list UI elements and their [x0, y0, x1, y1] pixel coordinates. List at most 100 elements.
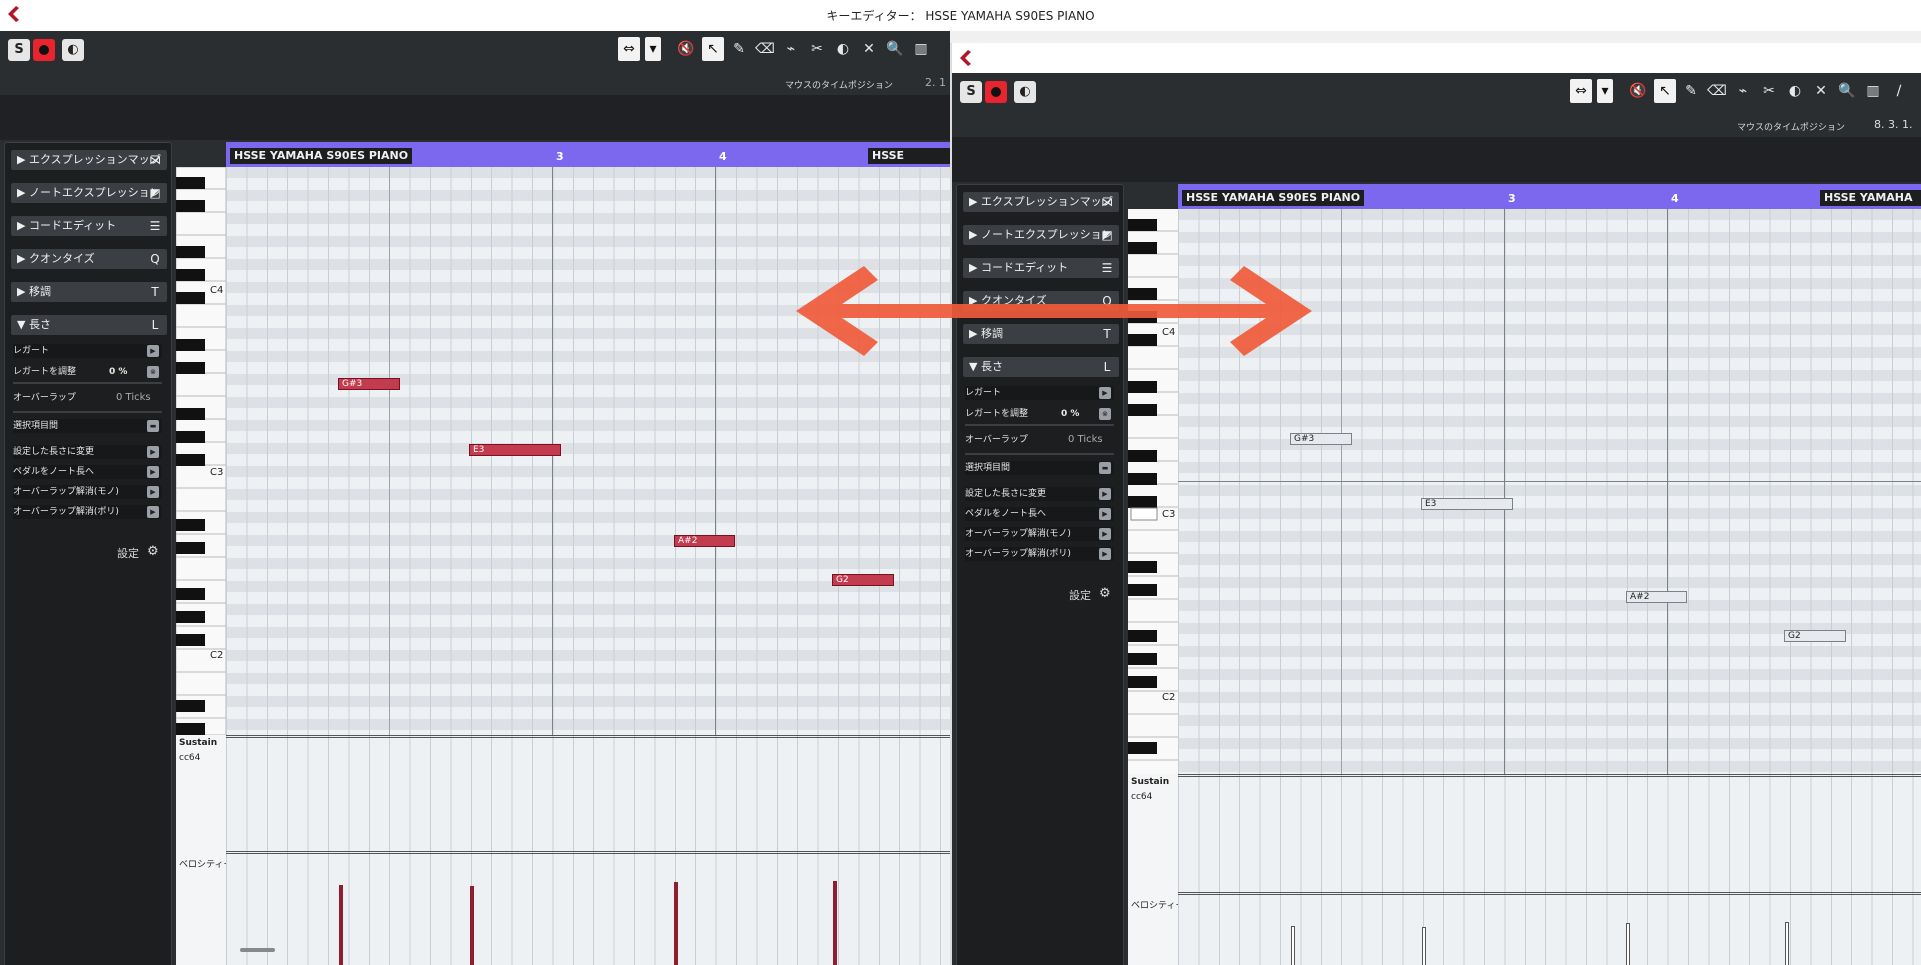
midi-note[interactable]: G2 — [1784, 630, 1846, 642]
between-selected-row[interactable]: 選択項目間 ▬ — [965, 461, 1114, 475]
object-select-tool[interactable]: ↖ — [702, 37, 724, 61]
mute-tool[interactable]: ✕ — [1810, 79, 1832, 103]
object-select-tool[interactable]: ↖ — [1654, 79, 1676, 103]
midi-note[interactable]: E3 — [469, 444, 561, 456]
solo-button[interactable]: S — [960, 81, 982, 103]
legato-adjust-value[interactable]: 0 % — [109, 365, 127, 379]
play-icon[interactable]: ▶ — [1099, 488, 1111, 500]
mute-tool[interactable]: ✕ — [858, 37, 880, 61]
section-transpose[interactable]: ▶ 移調 T — [11, 282, 167, 302]
midi-note[interactable]: G#3 — [1290, 433, 1352, 445]
line-tool[interactable]: ▥ — [910, 37, 932, 61]
legato-adjust-value[interactable]: 0 % — [1061, 407, 1079, 421]
velocity-lane[interactable] — [1178, 892, 1921, 965]
link-icon[interactable]: ⊗ — [147, 366, 159, 378]
play-icon[interactable]: ▶ — [147, 466, 159, 478]
mute-speaker-icon[interactable]: 🔇 — [1627, 79, 1649, 103]
section-length[interactable]: ▼ 長さ L — [963, 357, 1119, 377]
sustain-lane[interactable] — [1178, 774, 1921, 895]
overlap-poly-row[interactable]: オーバーラップ解消(ポリ) ▶ — [965, 547, 1114, 561]
section-note-expression[interactable]: ▶ ノートエクスプレッション ◩ — [963, 225, 1119, 245]
play-icon[interactable]: ▶ — [147, 446, 159, 458]
velocity-lane[interactable] — [226, 851, 950, 965]
between-selected-row[interactable]: 選択項目間 ▬ — [13, 419, 162, 433]
draw-line-tool[interactable]: ∕ — [1888, 79, 1910, 103]
legato-row[interactable]: レガート ▶ — [965, 386, 1114, 400]
section-chord-edit[interactable]: ▶ コードエディット ☰ — [11, 216, 167, 236]
overlap-value[interactable]: 0 Ticks — [116, 391, 151, 405]
velocity-bar[interactable] — [674, 882, 678, 965]
settings-label[interactable]: 設定 — [1069, 587, 1091, 603]
section-note-expression[interactable]: ▶ ノートエクスプレッション ◩ — [11, 183, 167, 203]
velocity-bar[interactable] — [833, 881, 837, 965]
record-button[interactable] — [33, 39, 55, 61]
play-icon[interactable]: ▶ — [1099, 387, 1111, 399]
toggle-icon[interactable]: ▬ — [1099, 462, 1111, 474]
play-icon[interactable]: ▶ — [1099, 548, 1111, 560]
midi-note[interactable]: A#2 — [674, 535, 735, 547]
trim-tool[interactable]: ⌁ — [1732, 79, 1754, 103]
overlap-slider[interactable] — [965, 453, 1114, 455]
overlap-mono-row[interactable]: オーバーラップ解消(モノ) ▶ — [13, 485, 162, 499]
legato-adjust-row[interactable]: レガートを調整 0 % ⊗ — [13, 365, 162, 379]
tool-dropdown[interactable]: ▾ — [1597, 79, 1613, 103]
velocity-bar[interactable] — [1626, 923, 1630, 965]
midi-note[interactable]: E3 — [1421, 498, 1513, 510]
loop-button[interactable]: ◐ — [1014, 81, 1036, 103]
velocity-bar[interactable] — [1785, 922, 1789, 965]
gear-icon[interactable]: ⚙ — [1099, 586, 1111, 601]
toggle-icon[interactable]: ▬ — [147, 420, 159, 432]
draw-tool[interactable]: ✎ — [728, 37, 750, 61]
tool-arrow-toggle[interactable]: ⇔ — [1570, 79, 1592, 103]
midi-note[interactable]: G2 — [832, 574, 894, 586]
section-expression-map[interactable]: ▶ エクスプレッションマップ ⋈ — [11, 150, 167, 170]
overlap-mono-row[interactable]: オーバーラップ解消(モノ) ▶ — [965, 527, 1114, 541]
zoom-tool[interactable]: 🔍 — [1836, 79, 1858, 103]
play-icon[interactable]: ▶ — [1099, 528, 1111, 540]
note-grid[interactable]: G#3 E3 A#2 G2 — [226, 167, 950, 735]
play-icon[interactable]: ▶ — [147, 486, 159, 498]
overlap-poly-row[interactable]: オーバーラップ解消(ポリ) ▶ — [13, 505, 162, 519]
velocity-bar[interactable] — [1422, 927, 1426, 965]
erase-tool[interactable]: ⌫ — [754, 37, 776, 61]
set-length-row[interactable]: 設定した長さに変更 ▶ — [13, 445, 162, 459]
midi-note[interactable]: A#2 — [1626, 591, 1687, 603]
tool-dropdown[interactable]: ▾ — [645, 37, 661, 61]
midi-note[interactable]: G#3 — [338, 378, 400, 390]
horizontal-scrollbar[interactable] — [240, 948, 275, 952]
pedal-to-length-row[interactable]: ペダルをノート長へ ▶ — [965, 507, 1114, 521]
overlap-row[interactable]: オーバーラップ 0 Ticks — [965, 433, 1114, 447]
pedal-to-length-row[interactable]: ペダルをノート長へ ▶ — [13, 465, 162, 479]
mute-speaker-icon[interactable]: 🔇 — [675, 37, 697, 61]
overlap-row[interactable]: オーバーラップ 0 Ticks — [13, 391, 162, 405]
overlap-value[interactable]: 0 Ticks — [1068, 433, 1103, 447]
velocity-bar[interactable] — [1291, 926, 1295, 965]
split-tool[interactable]: ✂ — [806, 37, 828, 61]
zoom-tool[interactable]: 🔍 — [884, 37, 906, 61]
sustain-lane[interactable] — [226, 735, 950, 854]
solo-button[interactable]: S — [8, 39, 30, 61]
ruler[interactable]: HSSE YAMAHA S90ES PIANO 3 4 HSSE YAMAHA … — [1178, 184, 1921, 220]
velocity-bar[interactable] — [339, 885, 343, 965]
glue-tool[interactable]: ◐ — [1784, 79, 1806, 103]
play-icon[interactable]: ▶ — [147, 345, 159, 357]
legato-slider[interactable] — [965, 424, 1114, 426]
draw-tool[interactable]: ✎ — [1680, 79, 1702, 103]
settings-label[interactable]: 設定 — [117, 545, 139, 561]
split-tool[interactable]: ✂ — [1758, 79, 1780, 103]
gear-icon[interactable]: ⚙ — [147, 544, 159, 559]
trim-tool[interactable]: ⌁ — [780, 37, 802, 61]
loop-button[interactable]: ◐ — [62, 39, 84, 61]
glue-tool[interactable]: ◐ — [832, 37, 854, 61]
legato-row[interactable]: レガート ▶ — [13, 344, 162, 358]
play-icon[interactable]: ▶ — [1099, 508, 1111, 520]
play-icon[interactable]: ▶ — [147, 506, 159, 518]
velocity-bar[interactable] — [470, 886, 474, 965]
tool-arrow-toggle[interactable]: ⇔ — [618, 37, 640, 61]
line-tool[interactable]: ▥ — [1862, 79, 1884, 103]
erase-tool[interactable]: ⌫ — [1706, 79, 1728, 103]
section-expression-map[interactable]: ▶ エクスプレッションマップ ⋈ — [963, 192, 1119, 212]
set-length-row[interactable]: 設定した長さに変更 ▶ — [965, 487, 1114, 501]
legato-adjust-row[interactable]: レガートを調整 0 % ⊗ — [965, 407, 1114, 421]
ruler[interactable]: HSSE YAMAHA S90ES PIANO 3 4 HSSE YAMAHA … — [226, 142, 950, 210]
